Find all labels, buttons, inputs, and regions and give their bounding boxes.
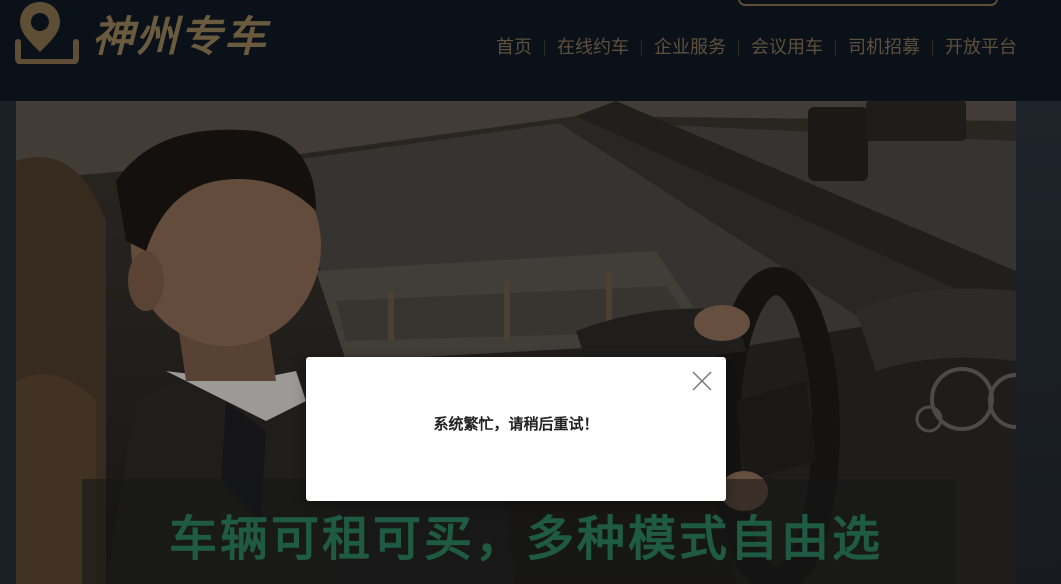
alert-dialog: 系统繁忙，请稍后重试！ (306, 357, 726, 501)
dialog-message: 系统繁忙，请稍后重试！ (433, 415, 599, 433)
brand-logo[interactable]: 神州专车 (14, 0, 268, 70)
modal-overlay (0, 101, 1061, 584)
site-header: 神州专车 首页 在线约车 企业服务 会议用车 司机招募 开放平台 (0, 0, 1061, 101)
nav-item-online-booking[interactable]: 在线约车 (545, 36, 641, 60)
nav-item-open-platform[interactable]: 开放平台 (933, 36, 1017, 60)
header-search-pill[interactable] (738, 0, 998, 6)
brand-name: 神州专车 (92, 11, 269, 61)
nav-item-driver-recruitment[interactable]: 司机招募 (836, 36, 932, 60)
nav-item-enterprise-service[interactable]: 企业服务 (642, 36, 738, 60)
close-icon[interactable] (690, 369, 714, 393)
location-pin-logo-icon (15, 2, 79, 64)
nav-item-conference-car[interactable]: 会议用车 (739, 36, 835, 60)
main-nav: 首页 在线约车 企业服务 会议用车 司机招募 开放平台 (484, 36, 1017, 60)
nav-item-home[interactable]: 首页 (484, 36, 544, 60)
